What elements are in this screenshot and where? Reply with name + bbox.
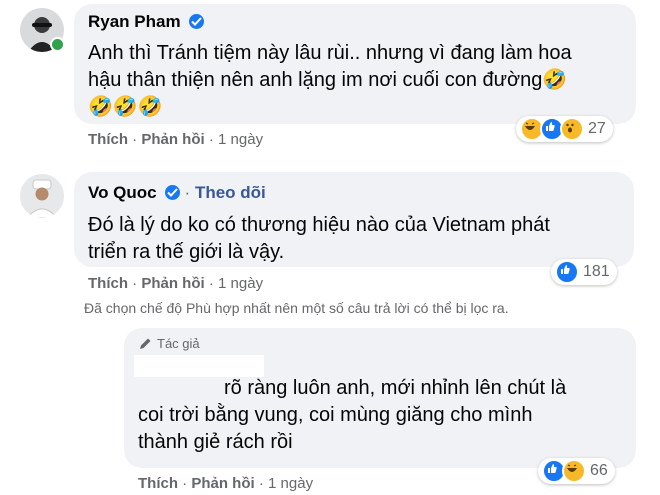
hidden-author-name[interactable] — [134, 355, 264, 377]
verified-badge-icon — [165, 185, 181, 200]
filter-notice: Đã chọn chế độ Phù hợp nhất nên một số c… — [84, 300, 509, 316]
comment-time[interactable]: 1 ngày — [218, 275, 263, 292]
comment-author-row: Ryan Pham — [88, 12, 205, 32]
reaction-summary[interactable]: 27 — [516, 116, 613, 142]
comment-author-row: Vo Quoc · Theo dõi — [88, 183, 266, 202]
reply-text-line: rõ ràng luôn anh, mới nhỉnh lên chút là — [224, 377, 567, 399]
comment-text-line: triển ra thế giới là vậy. — [88, 241, 285, 263]
comment-author[interactable]: Ryan Pham — [88, 12, 181, 31]
reaction-count: 181 — [583, 263, 610, 280]
haha-reaction-icon — [562, 459, 586, 483]
reply-actions: Thích · Phản hồi · 1 ngày — [138, 475, 314, 492]
comment-text-line: Đó là lý do ko có thương hiệu nào của Vi… — [88, 214, 550, 236]
comment-author[interactable]: Vo Quoc — [88, 183, 157, 202]
reaction-count: 66 — [590, 462, 608, 479]
comment-actions: Thích · Phản hồi · 1 ngày — [88, 275, 264, 292]
avatar[interactable] — [20, 174, 64, 218]
like-link[interactable]: Thích — [88, 275, 128, 292]
reaction-count: 27 — [588, 120, 606, 137]
comment-bubble: Ryan Pham Anh thì Tránh tiệm này lâu rùi… — [74, 4, 636, 124]
like-reaction-icon — [555, 260, 579, 284]
verified-badge-icon — [189, 14, 205, 29]
comment-time[interactable]: 1 ngày — [268, 475, 313, 492]
reply-link[interactable]: Phản hồi — [141, 131, 204, 148]
follow-link[interactable]: Theo dõi — [195, 183, 266, 202]
author-badge: Tác giả — [138, 336, 200, 351]
like-link[interactable]: Thích — [88, 131, 128, 148]
reply-link[interactable]: Phản hồi — [191, 475, 254, 492]
reaction-summary[interactable]: 181 — [551, 259, 617, 285]
comment-text: Anh thì Tránh tiệm này lâu rùi.. nhưng v… — [88, 40, 628, 121]
author-badge-label: Tác giả — [157, 336, 200, 351]
comment-time[interactable]: 1 ngày — [218, 131, 263, 148]
like-link[interactable]: Thích — [138, 475, 178, 492]
comment-text-line: hậu thân thiện nên anh lặng im nơi cuối … — [88, 69, 568, 91]
comment-text-line: Anh thì Tránh tiệm này lâu rùi.. nhưng v… — [88, 42, 572, 64]
reply-text-line: thành giẻ rách rồi — [138, 431, 293, 453]
reply-text-line: coi trời bằng vung, coi mùng giăng cho m… — [138, 404, 533, 426]
reply-bubble: Tác giả rõ ràng luôn anh, mới nhỉnh lên … — [124, 328, 636, 468]
online-status-dot — [50, 37, 65, 52]
reply-text: rõ ràng luôn anh, mới nhỉnh lên chút là … — [138, 375, 618, 456]
wow-reaction-icon — [560, 117, 584, 141]
comment-bubble: Vo Quoc · Theo dõi Đó là lý do ko có thư… — [74, 172, 634, 267]
reply-link[interactable]: Phản hồi — [141, 275, 204, 292]
reaction-summary[interactable]: 66 — [538, 458, 615, 484]
pencil-icon — [138, 336, 153, 351]
comment-text: Đó là lý do ko có thương hiệu nào của Vi… — [88, 212, 628, 266]
comment-actions: Thích · Phản hồi · 1 ngày — [88, 131, 264, 148]
